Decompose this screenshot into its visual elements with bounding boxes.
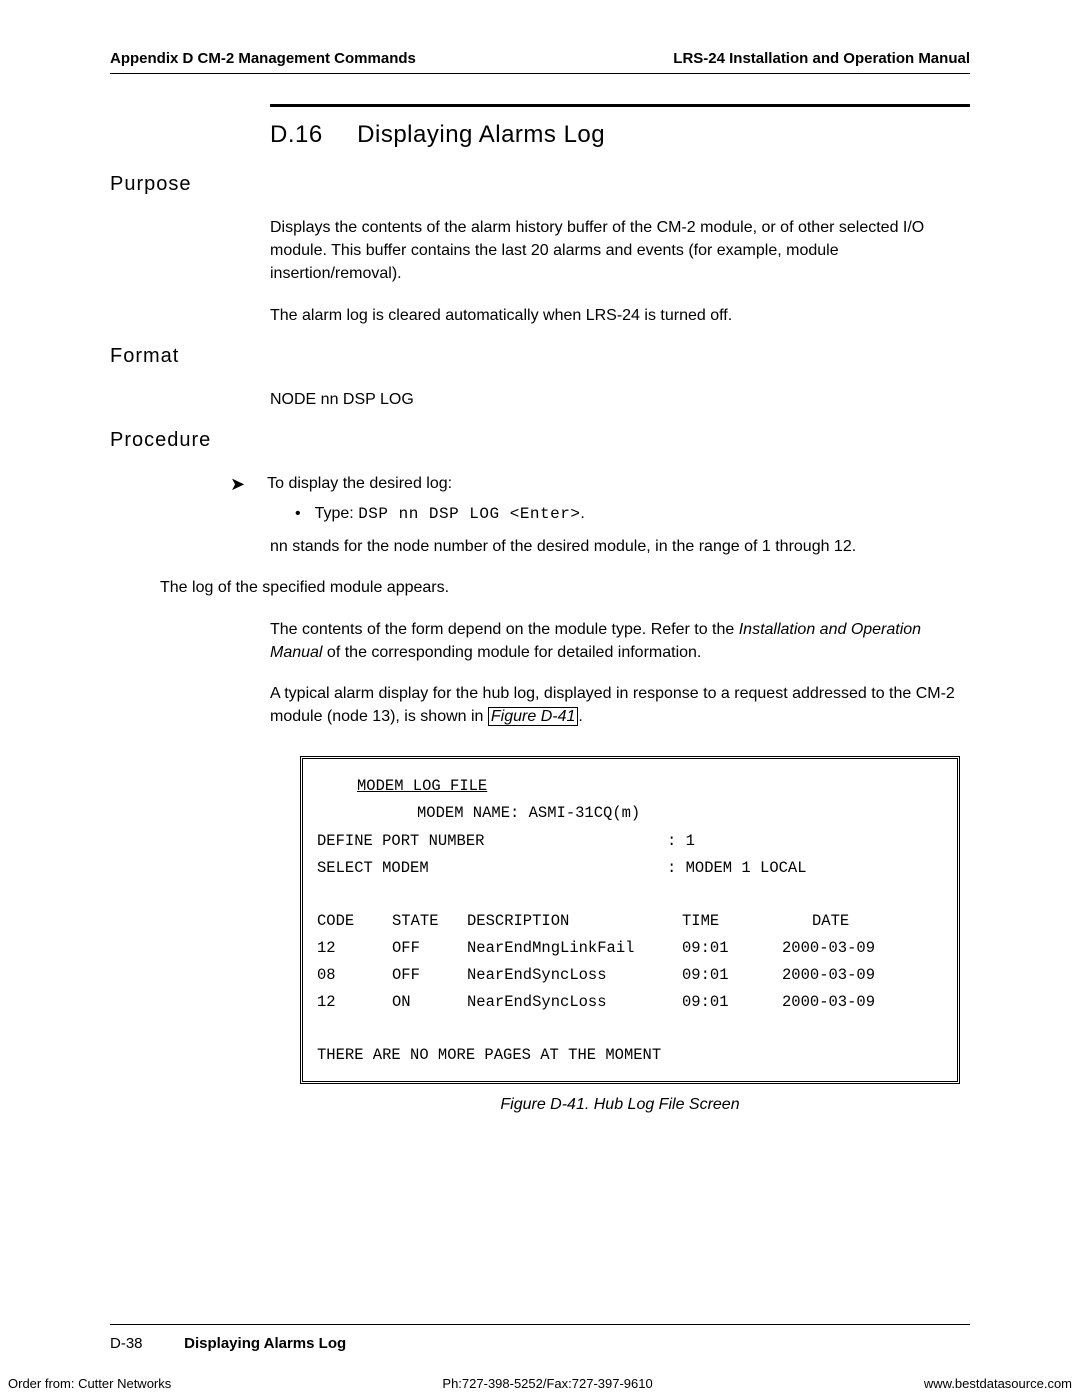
bottom-center: Ph:727-398-5252/Fax:727-397-9610: [442, 1376, 652, 1391]
cell-desc: NearEndMngLinkFail: [467, 935, 682, 962]
figure-caption: Figure D-41. Hub Log File Screen: [270, 1096, 970, 1114]
typical-para: A typical alarm display for the hub log,…: [270, 682, 970, 728]
footer-section-title: Displaying Alarms Log: [184, 1335, 346, 1352]
table-row: 12ONNearEndSyncLoss09:012000-03-09: [317, 989, 943, 1016]
table-row: 08OFFNearEndSyncLoss09:012000-03-09: [317, 962, 943, 989]
header-left: Appendix D CM-2 Management Commands: [110, 50, 416, 67]
col-state-header: STATE: [392, 908, 467, 935]
cell-code: 12: [317, 935, 392, 962]
define-val: : 1: [667, 828, 695, 855]
contents-prefix: The contents of the form depend on the m…: [270, 621, 739, 638]
cell-time: 09:01: [682, 962, 782, 989]
terminal-title: MODEM LOG FILE: [357, 773, 943, 800]
table-row: 12OFFNearEndMngLinkFail09:012000-03-09: [317, 935, 943, 962]
col-date-header: DATE: [812, 908, 849, 935]
terminal-select-row: SELECT MODEM: MODEM 1 LOCAL: [317, 855, 943, 882]
procedure-step-text: To display the desired log:: [267, 472, 452, 495]
procedure-heading: Procedure: [110, 429, 970, 452]
typical-suffix: .: [578, 708, 582, 725]
contents-para: The contents of the form depend on the m…: [270, 618, 970, 664]
terminal-modem-name: MODEM NAME: ASMI-31CQ(m): [417, 800, 943, 827]
cell-code: 08: [317, 962, 392, 989]
cell-desc: NearEndSyncLoss: [467, 989, 682, 1016]
arrow-icon: ➤: [230, 474, 245, 495]
terminal-header-row: CODESTATEDESCRIPTIONTIME DATE: [317, 908, 943, 935]
col-time-header: TIME: [682, 908, 782, 935]
section-title: Displaying Alarms Log: [357, 121, 605, 148]
page-footer: D-38 Displaying Alarms Log: [110, 1335, 346, 1352]
select-label: SELECT MODEM: [317, 855, 667, 882]
cell-code: 12: [317, 989, 392, 1016]
cell-state: ON: [392, 989, 467, 1016]
log-appears: The log of the specified module appears.: [160, 576, 970, 599]
purpose-para2: The alarm log is cleared automatically w…: [270, 304, 970, 327]
select-val: : MODEM 1 LOCAL: [667, 855, 807, 882]
page-number: D-38: [110, 1335, 180, 1352]
cell-date: 2000-03-09: [782, 935, 875, 962]
procedure-bullet: • Type: DSP nn DSP LOG <Enter>.: [295, 505, 970, 523]
bottom-right: www.bestdatasource.com: [924, 1376, 1072, 1391]
page-header: Appendix D CM-2 Management Commands LRS-…: [110, 50, 970, 74]
col-desc-header: DESCRIPTION: [467, 908, 682, 935]
bullet-icon: •: [295, 505, 301, 523]
contents-suffix: of the corresponding module for detailed…: [322, 644, 701, 661]
section-heading: D.16 Displaying Alarms Log: [270, 121, 970, 149]
procedure-step: ➤ To display the desired log:: [230, 472, 970, 495]
purpose-heading: Purpose: [110, 173, 970, 196]
purpose-para1: Displays the contents of the alarm histo…: [270, 216, 970, 286]
figure-ref-link[interactable]: Figure D-41: [488, 707, 578, 726]
header-right: LRS-24 Installation and Operation Manual: [673, 50, 970, 67]
cell-date: 2000-03-09: [782, 989, 875, 1016]
terminal-output: MODEM LOG FILEMODEM NAME: ASMI-31CQ(m)DE…: [300, 756, 960, 1084]
footer-rule: [110, 1324, 970, 1325]
terminal-footer: THERE ARE NO MORE PAGES AT THE MOMENT: [317, 1042, 943, 1069]
cell-date: 2000-03-09: [782, 962, 875, 989]
bottom-info-bar: Order from: Cutter Networks Ph:727-398-5…: [0, 1376, 1080, 1391]
bullet-text: Type: DSP nn DSP LOG <Enter>.: [315, 505, 585, 523]
bullet-command: DSP nn DSP LOG <Enter>: [358, 505, 580, 523]
format-heading: Format: [110, 345, 970, 368]
terminal-define-row: DEFINE PORT NUMBER: 1: [317, 828, 943, 855]
bullet-prefix: Type:: [315, 505, 359, 522]
cell-state: OFF: [392, 962, 467, 989]
cell-time: 09:01: [682, 935, 782, 962]
cell-time: 09:01: [682, 989, 782, 1016]
bottom-left: Order from: Cutter Networks: [8, 1376, 171, 1391]
bullet-suffix: .: [580, 505, 584, 522]
nn-explain: nn stands for the node number of the des…: [270, 535, 970, 558]
cell-state: OFF: [392, 935, 467, 962]
thick-rule: [270, 104, 970, 107]
cell-desc: NearEndSyncLoss: [467, 962, 682, 989]
format-value: NODE nn DSP LOG: [270, 388, 970, 411]
section-number: D.16: [270, 121, 350, 149]
define-label: DEFINE PORT NUMBER: [317, 828, 667, 855]
col-code-header: CODE: [317, 908, 392, 935]
typical-prefix: A typical alarm display for the hub log,…: [270, 685, 955, 725]
